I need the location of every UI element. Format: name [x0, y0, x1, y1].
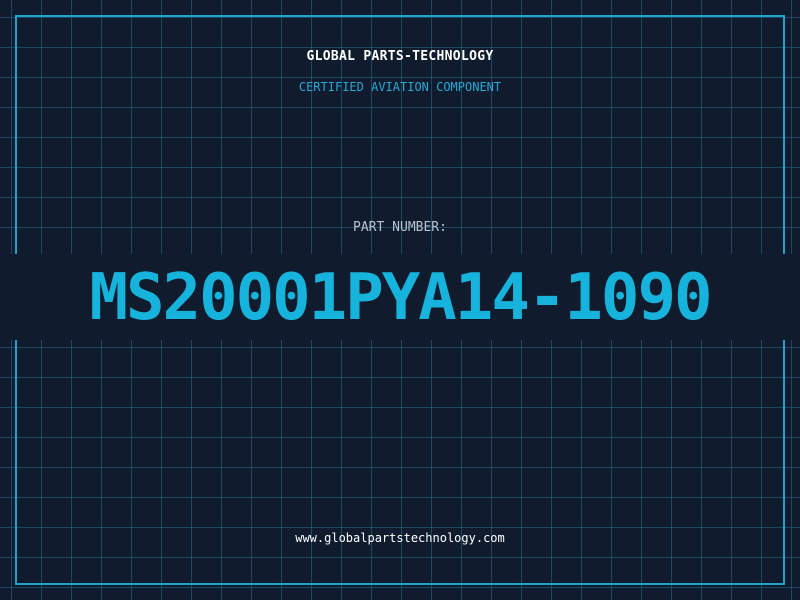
- certification-tagline: CERTIFIED AVIATION COMPONENT: [298, 80, 502, 94]
- part-label-card: GLOBAL PARTS-TECHNOLOGY CERTIFIED AVIATI…: [0, 0, 800, 600]
- part-number-label: PART NUMBER:: [353, 220, 447, 235]
- brand-name: GLOBAL PARTS-TECHNOLOGY: [306, 49, 494, 64]
- website-url: www.globalpartstechnology.com: [295, 531, 505, 545]
- part-number-value: MS20001PYA14-1090: [89, 261, 712, 335]
